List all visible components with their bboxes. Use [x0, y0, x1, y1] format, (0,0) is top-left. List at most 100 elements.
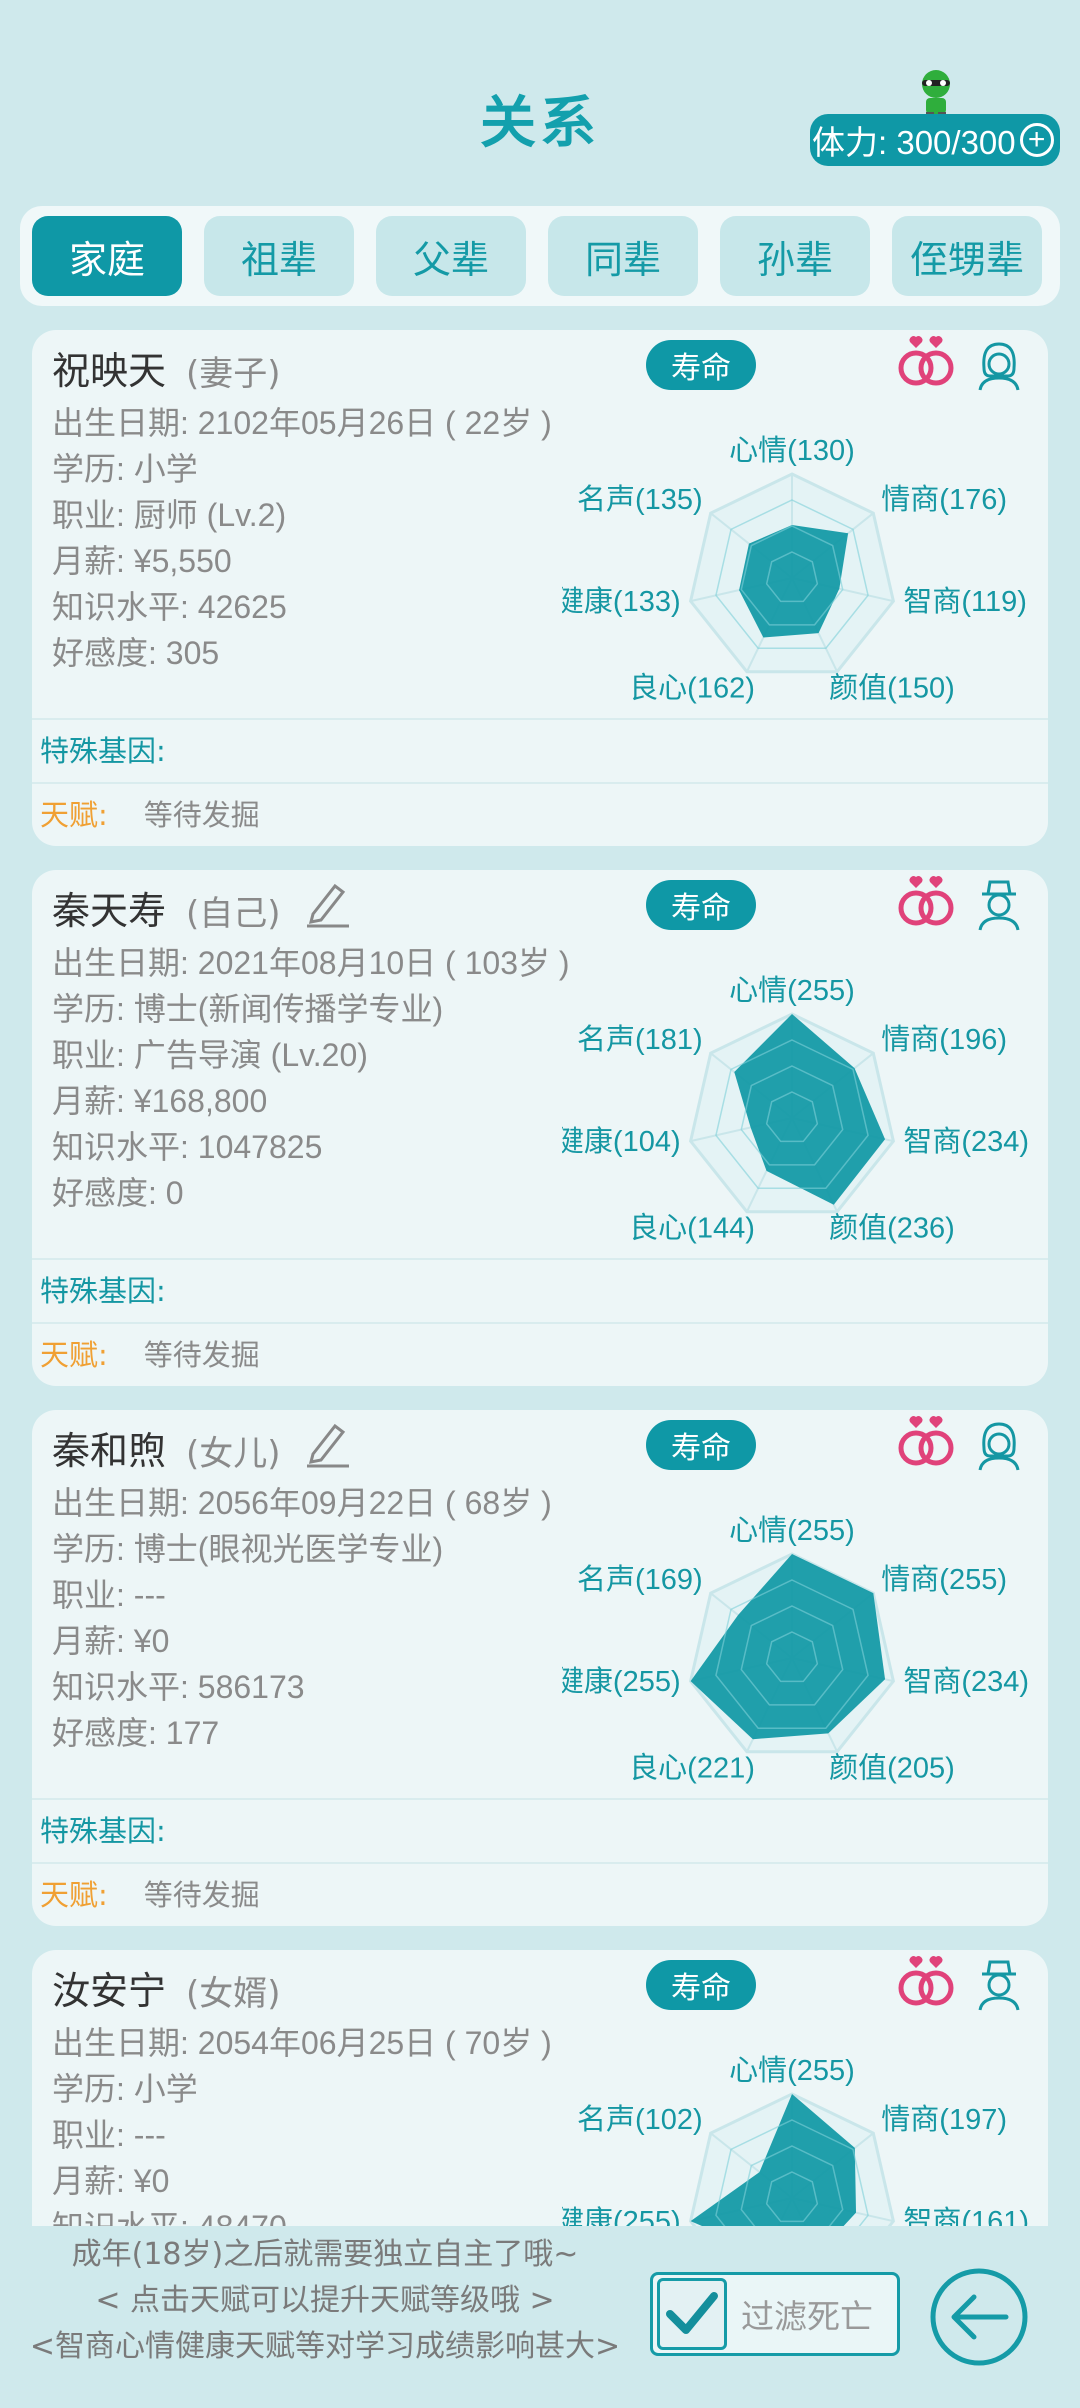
radar-stat-label: 健康(104): [562, 1125, 681, 1158]
wedding-rings-icon: [898, 1416, 954, 1466]
radar-stat-label: 健康(255): [562, 2205, 681, 2226]
salary: 月薪: ¥5,550: [52, 543, 232, 579]
wedding-rings-icon: [898, 1956, 954, 2006]
special-gene: 特殊基因:: [32, 1258, 1048, 1322]
radar-stat-label: 良心(221): [629, 1752, 755, 1785]
talent-value[interactable]: 等待发掘: [144, 1878, 260, 1912]
talent-row[interactable]: 天赋: 等待发掘: [32, 782, 1048, 846]
member-relation: (女婿): [186, 1974, 281, 2014]
tips: 成年(18岁)之后就需要独立自主了哦~ < 点击天赋可以提升天赋等级哦 > <智…: [10, 2232, 640, 2370]
header: 关系 体力: 300/300 +: [0, 0, 1080, 200]
favor: 好感度: 177: [52, 1715, 220, 1751]
member-card: 秦和煦 (女儿) 寿命 出生日期: 2056年09月22日 ( 68岁 ) 学历…: [32, 1410, 1048, 1926]
radar-stat-label: 良心(144): [629, 1212, 755, 1245]
radar-stat-label: 颜值(150): [829, 672, 955, 705]
radar-stat-label: 名声(181): [577, 1023, 703, 1056]
radar-stat-label: 名声(169): [577, 1563, 703, 1596]
footer: 成年(18岁)之后就需要独立自主了哦~ < 点击天赋可以提升天赋等级哦 > <智…: [0, 2226, 1080, 2408]
lifespan-button[interactable]: 寿命: [646, 1420, 756, 1470]
member-name: 秦天寿: [52, 889, 167, 933]
radar-stat-label: 情商(197): [881, 2103, 1007, 2136]
lifespan-button[interactable]: 寿命: [646, 880, 756, 930]
edit-pencil-icon[interactable]: [305, 878, 351, 928]
stats-radar-chart: 心情(255)情商(197)智商(161)颜值良心健康(255)名声(102): [562, 2054, 1029, 2226]
filter-dead-toggle[interactable]: 过滤死亡: [650, 2272, 900, 2356]
tab-nephews[interactable]: 侄甥辈: [892, 216, 1042, 296]
favor: 好感度: 305: [52, 635, 220, 671]
radar-stat-label: 情商(196): [881, 1023, 1007, 1056]
member-name: 祝映天: [52, 349, 167, 393]
male-avatar-icon: [978, 880, 1020, 931]
radar-stat-label: 颜值(205): [829, 1752, 955, 1785]
wedding-rings-icon: [898, 336, 954, 386]
checkbox[interactable]: [657, 2278, 727, 2350]
tip-line: < 点击天赋可以提升天赋等级哦 >: [95, 2283, 555, 2318]
checkmark-icon: [666, 2292, 718, 2334]
plus-circle-icon[interactable]: +: [1019, 123, 1054, 157]
radar-stat-label: 健康(133): [562, 585, 681, 618]
education: 学历: 小学: [52, 451, 198, 487]
radar-stat-label: 健康(255): [562, 1665, 681, 1698]
knowledge: 知识水平: 1047825: [52, 1129, 323, 1165]
job: 职业: 广告导演 (Lv.20): [52, 1037, 368, 1073]
member-card: 汝安宁 (女婿) 寿命 出生日期: 2054年06月25日 ( 70岁 ) 学历…: [32, 1950, 1048, 2226]
female-avatar-icon: [978, 1422, 1020, 1471]
member-info: 出生日期: 2021年08月10日 ( 103岁 ) 学历: 博士(新闻传播学专…: [52, 940, 570, 1216]
member-list[interactable]: 祝映天 (妻子) 寿命 出生日期: 2102年05月26日 ( 22岁 ) 学历…: [0, 330, 1080, 2226]
radar-stat-label: 智商(234): [903, 1125, 1029, 1158]
birth-date: 出生日期: 2056年09月22日 ( 68岁 ): [52, 1485, 552, 1521]
job: 职业: ---: [52, 2117, 166, 2153]
salary: 月薪: ¥0: [52, 1623, 170, 1659]
edit-pencil-icon[interactable]: [305, 1418, 351, 1468]
female-avatar-icon: [978, 342, 1020, 391]
radar-stat-label: 良心(162): [629, 672, 755, 705]
salary: 月薪: ¥168,800: [52, 1083, 268, 1119]
knowledge: 知识水平: 42625: [52, 589, 287, 625]
tab-family[interactable]: 家庭: [32, 216, 182, 296]
education: 学历: 小学: [52, 2071, 198, 2107]
favor: 好感度: 0: [52, 1175, 184, 1211]
radar-stat-label: 名声(102): [577, 2103, 703, 2136]
tab-grandparents[interactable]: 祖辈: [204, 216, 354, 296]
radar-stat-label: 情商(176): [881, 483, 1007, 516]
back-arrow-icon[interactable]: [928, 2266, 1030, 2368]
tab-grandchildren[interactable]: 孙辈: [720, 216, 870, 296]
stats-radar-chart: 心情(255) 情商(196) 智商(234) 颜值(236) 良心(144) 健康(10…: [562, 974, 1029, 1245]
birth-date: 出生日期: 2054年06月25日 ( 70岁 ): [52, 2025, 552, 2061]
lifespan-button[interactable]: 寿命: [646, 340, 756, 390]
member-card: 祝映天 (妻子) 寿命 出生日期: 2102年05月26日 ( 22岁 ) 学历…: [32, 330, 1048, 846]
job: 职业: ---: [52, 1577, 166, 1613]
talent-value[interactable]: 等待发掘: [144, 798, 260, 832]
job: 职业: 厨师 (Lv.2): [52, 497, 287, 533]
tab-peers[interactable]: 同辈: [548, 216, 698, 296]
tab-parents[interactable]: 父辈: [376, 216, 526, 296]
member-info: 出生日期: 2054年06月25日 ( 70岁 ) 学历: 小学 职业: ---…: [52, 2020, 552, 2226]
male-avatar-icon: [978, 1960, 1020, 2011]
radar-stat-label: 心情(130): [729, 434, 855, 467]
radar-stat-label: 智商(119): [903, 585, 1027, 618]
salary: 月薪: ¥0: [52, 2163, 170, 2199]
knowledge: 知识水平: 586173: [52, 1669, 305, 1705]
radar-stat-label: 名声(135): [577, 483, 703, 516]
radar-stat-label: 颜值(236): [829, 1212, 955, 1245]
relation-tabs: 家庭 祖辈 父辈 同辈 孙辈 侄甥辈: [20, 206, 1060, 306]
tip-line: 成年(18岁)之后就需要独立自主了哦~: [71, 2237, 579, 2272]
talent-value[interactable]: 等待发掘: [144, 1338, 260, 1372]
member-name: 秦和煦: [52, 1429, 167, 1473]
stamina-badge[interactable]: 体力: 300/300 +: [810, 114, 1060, 166]
radar-stat-label: 智商(234): [903, 1665, 1029, 1698]
talent-row[interactable]: 天赋: 等待发掘: [32, 1322, 1048, 1386]
knowledge: 知识水平: 48470: [52, 2204, 552, 2226]
member-relation: (妻子): [186, 354, 281, 394]
member-card: 秦天寿 (自己) 寿命 出生日期: 2021年08月10日 ( 103岁 ) 学…: [32, 870, 1048, 1386]
green-character-icon: [922, 70, 950, 120]
talent-row[interactable]: 天赋: 等待发掘: [32, 1862, 1048, 1926]
radar-stat-label: 情商(255): [881, 1563, 1007, 1596]
member-info: 出生日期: 2056年09月22日 ( 68岁 ) 学历: 博士(眼视光医学专业…: [52, 1480, 552, 1756]
birth-date: 出生日期: 2102年05月26日 ( 22岁 ): [52, 405, 552, 441]
special-gene: 特殊基因:: [32, 1798, 1048, 1862]
talent-label: 天赋:: [40, 1878, 108, 1912]
talent-label: 天赋:: [40, 1338, 108, 1372]
lifespan-button[interactable]: 寿命: [646, 1960, 756, 2010]
wedding-rings-icon: [898, 876, 954, 926]
